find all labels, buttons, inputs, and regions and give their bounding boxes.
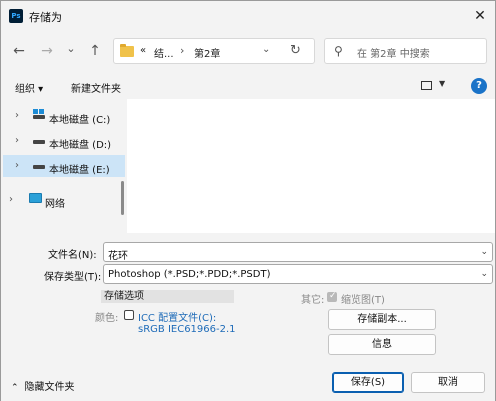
address-dropdown-icon[interactable]: ⌄ bbox=[262, 44, 270, 55]
filetype-label: 保存类型(T): bbox=[44, 272, 102, 283]
view-mode-icon[interactable] bbox=[421, 81, 432, 90]
sidebar-item-label: 本地磁盘 (D:) bbox=[49, 140, 112, 151]
refresh-icon[interactable]: ↻ bbox=[290, 43, 301, 58]
back-arrow-icon[interactable]: ← bbox=[9, 41, 29, 61]
address-bar[interactable]: « 结... › 第2章 ⌄ ↻ bbox=[113, 38, 315, 64]
breadcrumb-current[interactable]: 第2章 bbox=[194, 45, 220, 60]
navigation-bar: ← → ⌄ ↑ « 结... › 第2章 ⌄ ↻ ⚲ 在 第2章 中搜索 bbox=[1, 33, 495, 69]
expand-chevron-icon[interactable]: › bbox=[15, 160, 19, 171]
sidebar-scrollbar[interactable] bbox=[121, 181, 124, 215]
search-icon: ⚲ bbox=[334, 44, 343, 58]
breadcrumb-separator-icon[interactable]: › bbox=[180, 44, 184, 57]
help-icon[interactable]: ? bbox=[471, 78, 487, 94]
color-label: 颜色: bbox=[95, 313, 119, 324]
sidebar-item-label: 本地磁盘 (E:) bbox=[49, 165, 110, 176]
icc-profile-name: sRGB IEC61966-2.1 bbox=[138, 324, 236, 335]
filename-value: 花环 bbox=[108, 251, 128, 262]
filename-field[interactable]: 花环 ⌄ bbox=[103, 242, 493, 262]
command-toolbar: 组织 ▾ 新建文件夹 ▼ ? bbox=[1, 73, 495, 99]
sidebar-item-drive-c[interactable]: › 本地磁盘 (C:) bbox=[3, 105, 125, 127]
view-dropdown-icon[interactable]: ▼ bbox=[439, 79, 445, 88]
chevron-down-icon[interactable]: ⌄ bbox=[480, 247, 488, 257]
breadcrumb-parent[interactable]: 结... bbox=[154, 45, 174, 60]
sidebar-item-network[interactable]: › 网络 bbox=[3, 189, 125, 211]
title-bar: Ps 存储为 ✕ bbox=[1, 1, 495, 31]
drive-icon bbox=[33, 140, 45, 144]
expand-chevron-icon[interactable]: › bbox=[15, 135, 19, 146]
new-folder-button[interactable]: 新建文件夹 bbox=[71, 80, 121, 95]
forward-arrow-icon[interactable]: → bbox=[37, 41, 57, 61]
expand-chevron-icon[interactable]: › bbox=[15, 110, 19, 121]
filetype-select[interactable]: Photoshop (*.PSD;*.PDD;*.PSDT) ⌄ bbox=[103, 264, 493, 284]
icc-profile-checkbox[interactable] bbox=[124, 310, 134, 320]
sidebar-item-label: 本地磁盘 (C:) bbox=[49, 115, 111, 126]
sidebar-item-drive-e[interactable]: › 本地磁盘 (E:) bbox=[3, 155, 125, 177]
windows-drive-icon bbox=[33, 109, 45, 119]
search-box[interactable]: ⚲ 在 第2章 中搜索 bbox=[324, 38, 487, 64]
close-button[interactable]: ✕ bbox=[465, 1, 495, 31]
breadcrumb-overflow[interactable]: « bbox=[140, 45, 146, 56]
drive-icon bbox=[33, 165, 45, 169]
chevron-down-icon[interactable]: ⌄ bbox=[480, 269, 488, 279]
recent-locations-chevron-icon[interactable]: ⌄ bbox=[61, 39, 81, 59]
filetype-value: Photoshop (*.PSD;*.PDD;*.PSDT) bbox=[108, 269, 271, 280]
filename-label: 文件名(N): bbox=[48, 250, 97, 261]
sidebar-item-label: 网络 bbox=[45, 199, 65, 210]
chevron-up-icon: ⌃ bbox=[11, 383, 19, 393]
expand-chevron-icon[interactable]: › bbox=[9, 194, 13, 205]
save-options-heading: 存储选项 bbox=[101, 290, 234, 303]
thumbnail-checkbox[interactable] bbox=[327, 291, 337, 302]
thumbnail-label: 缩览图(T) bbox=[341, 295, 385, 306]
folder-icon bbox=[120, 44, 134, 57]
save-form: 文件名(N): 花环 ⌄ 保存类型(T): Photoshop (*.PSD;*… bbox=[1, 233, 495, 401]
search-placeholder: 在 第2章 中搜索 bbox=[357, 49, 430, 60]
photoshop-app-icon: Ps bbox=[9, 9, 23, 23]
save-button[interactable]: 保存(S) bbox=[332, 372, 404, 393]
organize-menu-button[interactable]: 组织 ▾ bbox=[15, 80, 43, 95]
network-icon bbox=[29, 193, 42, 203]
window-title: 存储为 bbox=[29, 11, 62, 24]
hide-folders-label: 隐藏文件夹 bbox=[24, 382, 75, 393]
hide-folders-toggle[interactable]: ⌃ 隐藏文件夹 bbox=[11, 378, 75, 393]
cancel-button[interactable]: 取消 bbox=[411, 372, 485, 393]
sidebar-item-drive-d[interactable]: › 本地磁盘 (D:) bbox=[3, 130, 125, 152]
info-button[interactable]: 信息 bbox=[328, 334, 436, 355]
file-list-area[interactable] bbox=[127, 99, 495, 233]
other-label: 其它: bbox=[301, 295, 325, 306]
save-copy-button[interactable]: 存储副本... bbox=[328, 309, 436, 330]
up-arrow-icon[interactable]: ↑ bbox=[85, 41, 105, 61]
save-as-dialog: Ps 存储为 ✕ ← → ⌄ ↑ « 结... › 第2章 ⌄ ↻ ⚲ 在 第2… bbox=[0, 0, 496, 401]
navigation-pane: › 本地磁盘 (C:) › 本地磁盘 (D:) › 本地磁盘 (E:) › 网络 bbox=[1, 99, 127, 233]
icc-profile-label[interactable]: ICC 配置文件(C): bbox=[138, 309, 216, 324]
